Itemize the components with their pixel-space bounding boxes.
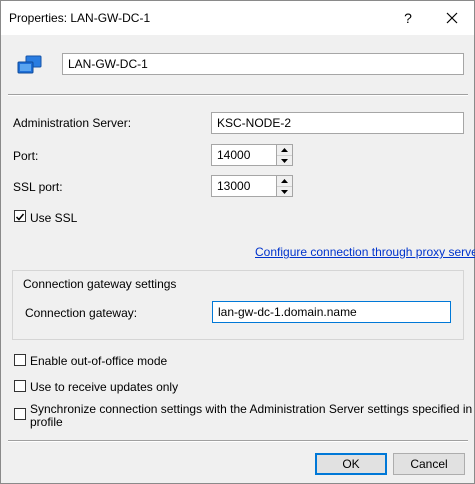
proxy-settings-link[interactable]: Configure connection through proxy serve… xyxy=(255,245,475,259)
admin-server-field[interactable] xyxy=(211,112,464,134)
close-icon xyxy=(446,12,458,24)
ssl-port-up-arrow-icon[interactable] xyxy=(277,176,292,187)
ok-button[interactable]: OK xyxy=(315,453,387,475)
sync-settings-checkbox[interactable] xyxy=(14,408,26,420)
use-ssl-label[interactable]: Use SSL xyxy=(30,211,77,225)
separator-bottom xyxy=(8,440,468,442)
gateway-label: Connection gateway: xyxy=(25,306,138,320)
port-down-arrow-icon[interactable] xyxy=(277,156,292,166)
sync-settings-label-line1[interactable]: Synchronize connection settings with the… xyxy=(30,402,475,416)
ssl-port-down-arrow-icon[interactable] xyxy=(277,187,292,197)
port-stepper[interactable] xyxy=(277,144,293,166)
port-label: Port: xyxy=(13,149,39,163)
updates-only-label[interactable]: Use to receive updates only xyxy=(30,380,178,394)
port-up-arrow-icon[interactable] xyxy=(277,145,292,156)
close-button[interactable] xyxy=(439,7,465,29)
sync-settings-label-line2[interactable]: profile xyxy=(30,415,63,429)
checkmark-icon xyxy=(15,213,25,221)
gateway-group-label: Connection gateway settings xyxy=(21,277,179,291)
title-bar: Properties: LAN-GW-DC-1 ? xyxy=(1,1,474,35)
port-field[interactable] xyxy=(211,144,277,166)
separator-top xyxy=(8,94,468,96)
out-of-office-label[interactable]: Enable out-of-office mode xyxy=(30,354,167,368)
cancel-button[interactable]: Cancel xyxy=(393,453,465,475)
out-of-office-checkbox[interactable] xyxy=(14,354,26,366)
gateway-field[interactable] xyxy=(212,301,451,323)
admin-server-label: Administration Server: xyxy=(13,116,132,130)
help-button[interactable]: ? xyxy=(397,7,419,29)
ssl-port-label: SSL port: xyxy=(13,180,63,194)
properties-dialog: Properties: LAN-GW-DC-1 ? Administration… xyxy=(0,0,475,484)
updates-only-checkbox[interactable] xyxy=(14,380,26,392)
ssl-port-field[interactable] xyxy=(211,175,277,197)
ssl-port-stepper[interactable] xyxy=(277,175,293,197)
use-ssl-checkbox[interactable] xyxy=(14,210,26,222)
computers-icon xyxy=(17,54,43,76)
window-title: Properties: LAN-GW-DC-1 xyxy=(9,11,151,25)
group-name-field[interactable] xyxy=(62,53,464,75)
